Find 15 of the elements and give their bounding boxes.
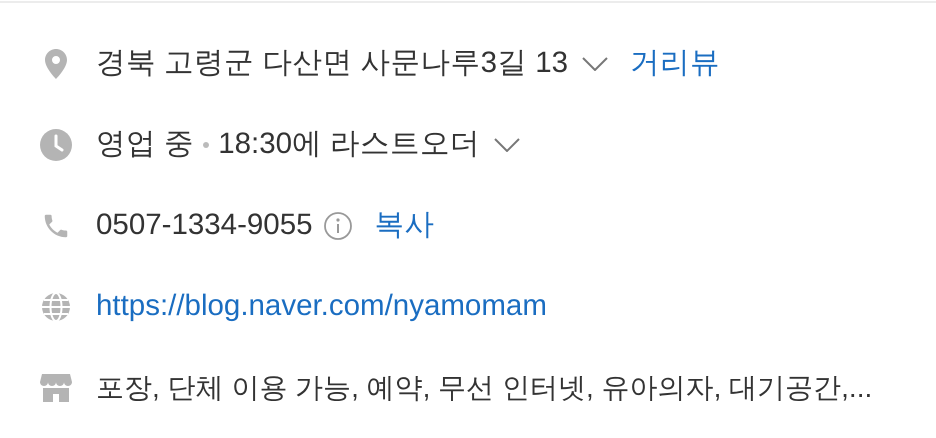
store-icon — [40, 374, 72, 402]
website-link[interactable]: https://blog.naver.com/nyamomam — [96, 284, 547, 329]
last-order-text: 18:30에 라스트오더 — [218, 126, 480, 162]
info-icon[interactable] — [322, 210, 353, 240]
phone-number: 0507-1334-9055 — [96, 207, 313, 244]
address-text: 경북 고령군 다산면 사문나루3길 13 — [96, 45, 568, 82]
amenities-text: 포장, 단체 이용 가능, 예약, 무선 인터넷, 유아의자, 대기공간,... — [96, 370, 872, 404]
location-pin-icon — [45, 48, 67, 78]
chevron-down-icon[interactable] — [582, 56, 608, 70]
chevron-down-icon[interactable] — [494, 138, 520, 152]
business-status: 영업 중 — [96, 126, 194, 162]
clock-icon — [40, 128, 72, 160]
globe-icon — [41, 292, 71, 322]
copy-link[interactable]: 복사 — [374, 203, 435, 248]
street-view-link[interactable]: 거리뷰 — [630, 41, 720, 86]
